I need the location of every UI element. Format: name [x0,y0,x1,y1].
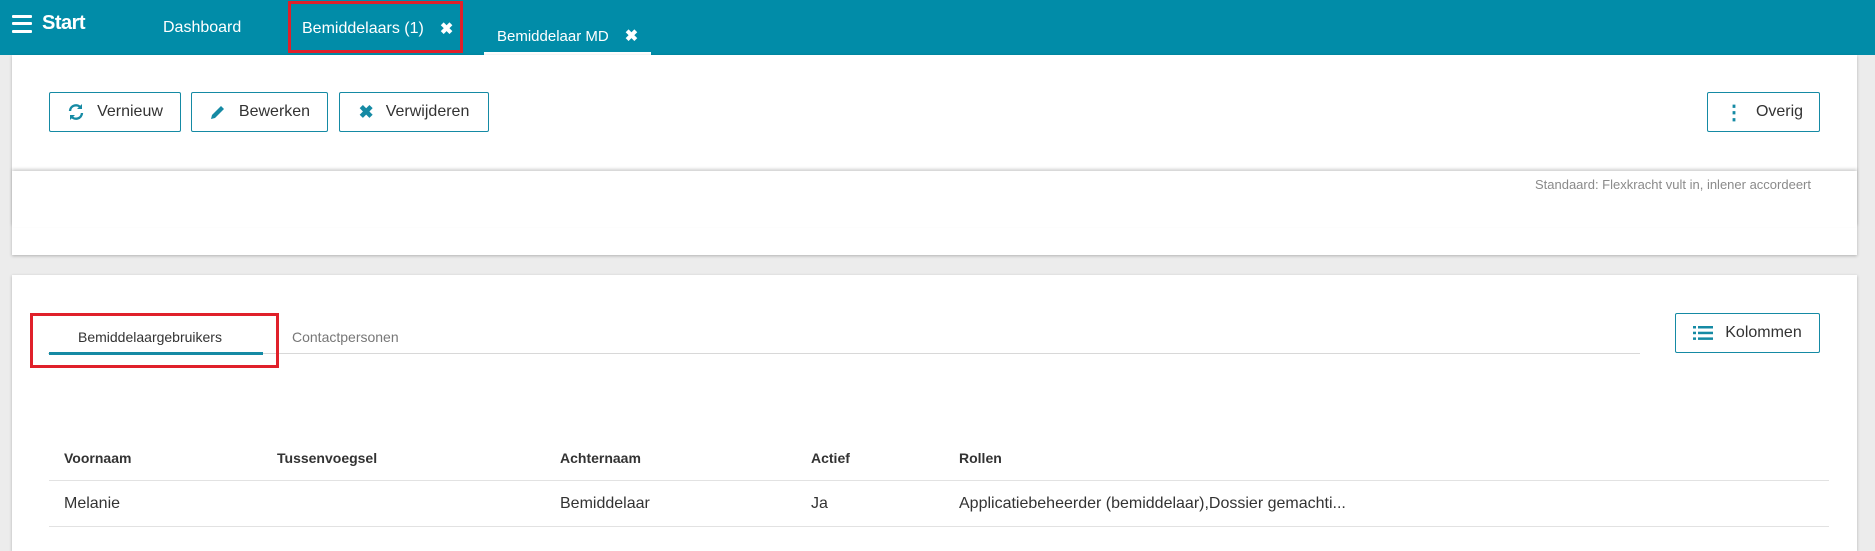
default-note: Standaard: Flexkracht vult in, inlener a… [1534,177,1811,192]
tab-bemiddelaar-md[interactable]: Bemiddelaar MD ✖ [497,26,638,46]
tab-bemiddelaars-label: Bemiddelaars (1) [302,20,424,37]
form-area: Standaard: Flexkracht vult in, inlener a… [12,171,1857,227]
columns-button[interactable]: Kolommen [1675,313,1820,353]
edit-label: Bewerken [238,103,311,120]
start-menu-button[interactable]: Start [12,12,86,35]
cell-voornaam: Melanie [64,495,121,512]
subtab-contactpersonen[interactable]: Contactpersonen [292,329,399,345]
cell-rollen: Applicatiebeheerder (bemiddelaar),Dossie… [959,495,1346,512]
close-tab-bemiddelaars-icon[interactable]: ✖ [440,19,453,39]
tab-bemiddelaar-md-label: Bemiddelaar MD [497,27,609,45]
column-header-rollen[interactable]: Rollen [959,450,1002,466]
tab-dashboard-label: Dashboard [163,19,242,36]
close-icon: ✖ [358,101,374,122]
hamburger-menu-icon [12,14,32,33]
top-nav-bar: Start Dashboard Bemiddelaars (1) ✖ Bemid… [0,0,1875,55]
column-header-tussenvoegsel[interactable]: Tussenvoegsel [277,450,377,466]
refresh-button[interactable]: Vernieuw [49,92,181,132]
tab-dashboard[interactable]: Dashboard [163,19,241,37]
list-icon [1693,325,1714,341]
start-label: Start [42,12,86,34]
tab-bemiddelaars[interactable]: Bemiddelaars (1) ✖ [302,19,453,39]
refresh-label: Vernieuw [97,103,163,120]
header-divider [49,480,1829,481]
active-subtab-indicator [49,352,263,355]
delete-button[interactable]: ✖ Verwijderen [339,92,489,132]
more-button[interactable]: ⋮ Overig [1707,92,1820,132]
more-label: Overig [1755,103,1804,120]
detail-panel: Vernieuw Bewerken ✖ Verwijderen ⋮ Overig… [12,55,1857,255]
column-header-actief[interactable]: Actief [811,450,850,466]
column-header-achternaam[interactable]: Achternaam [560,450,641,466]
cell-achternaam: Bemiddelaar [560,495,650,512]
subtab-bemiddelaargebruikers[interactable]: Bemiddelaargebruikers [78,329,222,345]
close-tab-bemiddelaar-md-icon[interactable]: ✖ [625,26,638,46]
pencil-icon [209,103,227,121]
columns-label: Kolommen [1725,324,1802,341]
delete-label: Verwijderen [385,103,470,120]
cell-actief: Ja [811,495,828,512]
vertical-dots-icon: ⋮ [1723,101,1744,124]
row-divider [49,526,1829,527]
column-header-voornaam[interactable]: Voornaam [64,450,131,466]
refresh-icon [67,103,85,121]
users-panel: Bemiddelaargebruikers Contactpersonen Ko… [12,275,1857,551]
edit-button[interactable]: Bewerken [191,92,328,132]
subtabs-divider [48,353,1640,354]
